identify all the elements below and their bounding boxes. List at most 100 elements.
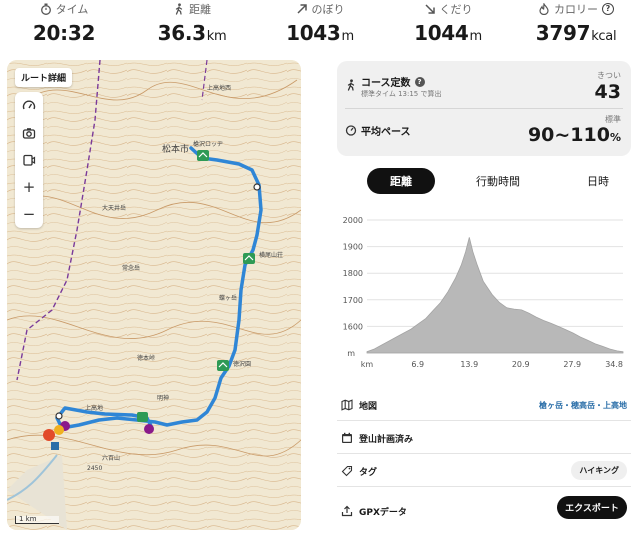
stat-ascent-value: 1043 <box>286 21 341 45</box>
stat-ascent: のぼり 1043m <box>256 0 384 52</box>
x-tick-label: 27.9 <box>563 360 581 369</box>
stat-time: タイム 20:32 <box>0 0 128 52</box>
difficulty-label: きつい <box>597 71 621 80</box>
hut-icon[interactable] <box>137 412 148 422</box>
elevation-area <box>366 237 624 354</box>
stats-bar: タイム 20:32 距離 36.3km のぼり 1043m くだり 1044m … <box>0 0 640 52</box>
camera-icon[interactable] <box>15 119 43 146</box>
tag-info-label: タグ <box>359 468 378 478</box>
svg-text:上高地: 上高地 <box>85 404 103 412</box>
tag-chip[interactable]: ハイキング <box>571 461 627 480</box>
tag-icon <box>341 465 353 477</box>
gauge-icon <box>345 125 357 136</box>
svg-text:常念岳: 常念岳 <box>122 264 140 272</box>
y-axis-unit: m <box>347 349 355 358</box>
svg-text:徳本峠: 徳本峠 <box>137 354 155 362</box>
hut-icon[interactable] <box>243 253 255 264</box>
elevation-chart[interactable]: 1600 1700 1800 1900 2000 mkm 6.9 13.9 20.9 27.9 34… <box>337 210 631 375</box>
tag-info-row[interactable]: タグ ハイキング <box>337 457 631 487</box>
topographic-map[interactable]: 松本市 槍沢ロッヂ 横尾山荘 徳沢園 上高地 明神 蝶ヶ岳 大天井岳 常念岳 徳… <box>7 60 301 530</box>
y-tick-label: 1900 <box>343 243 363 252</box>
help-icon[interactable]: ? <box>602 3 614 15</box>
gpx-info-row: GPXデータ エクスポート <box>337 496 631 527</box>
map-info-label: 地図 <box>359 402 378 412</box>
zoom-out-icon[interactable]: − <box>15 201 43 228</box>
stat-calories-value: 3797 <box>535 21 591 45</box>
tab-distance[interactable]: 距離 <box>367 168 435 194</box>
start-marker[interactable] <box>43 429 55 441</box>
map-icon <box>341 399 353 411</box>
x-tick-label: 34.8 <box>605 360 623 369</box>
stat-distance-label: 距離 <box>189 3 211 16</box>
stat-descent-unit: m <box>469 29 483 44</box>
upload-icon <box>341 505 353 517</box>
map-info-link[interactable]: 槍ヶ岳・穂高岳・上高地 <box>539 400 627 411</box>
chart-tabs: 距離 行動時間 日時 <box>337 168 631 194</box>
svg-text:上高地西: 上高地西 <box>207 84 231 92</box>
bus-stop-icon[interactable] <box>51 442 59 450</box>
difficulty-value: 43 <box>594 81 621 103</box>
x-tick-label: 13.9 <box>460 360 478 369</box>
hut-icon[interactable] <box>197 150 209 161</box>
waypoint-marker[interactable] <box>253 183 261 191</box>
svg-text:蝶ヶ岳: 蝶ヶ岳 <box>219 294 237 302</box>
x-tick-label: 6.9 <box>411 360 424 369</box>
hut-icon[interactable] <box>217 360 229 371</box>
svg-text:明神: 明神 <box>157 394 169 402</box>
stat-ascent-label: のぼり <box>311 3 345 16</box>
stat-time-label: タイム <box>55 3 89 16</box>
arrow-up-right-icon <box>296 4 307 14</box>
y-tick-label: 2000 <box>343 216 363 225</box>
y-tick-label: 1600 <box>343 322 363 331</box>
tab-date-time[interactable]: 日時 <box>573 168 623 194</box>
waypoint-marker[interactable] <box>55 412 63 420</box>
svg-text:徳沢園: 徳沢園 <box>233 360 251 368</box>
course-constant-subtitle: 標準タイム 13:15 で算出 <box>361 90 442 98</box>
stat-distance-unit: km <box>206 29 227 44</box>
stat-distance-value: 36.3 <box>157 21 206 45</box>
map-info-row[interactable]: 地図 槍ヶ岳・穂高岳・上高地 <box>337 391 631 421</box>
flame-icon <box>539 3 549 15</box>
svg-text:横尾山荘: 横尾山荘 <box>259 251 283 259</box>
share-screen-icon[interactable] <box>15 146 43 173</box>
goal-marker[interactable] <box>54 425 64 435</box>
stat-calories-unit: kcal <box>591 29 617 44</box>
map-scale: 1 km <box>15 516 59 524</box>
svg-text:松本市: 松本市 <box>162 143 189 155</box>
svg-text:2450: 2450 <box>87 465 102 472</box>
stat-descent-value: 1044 <box>414 21 469 45</box>
zoom-in-icon[interactable]: + <box>15 174 43 201</box>
average-pace-unit: % <box>609 131 621 144</box>
arrow-down-right-icon <box>424 4 435 14</box>
y-tick-label: 1800 <box>343 269 363 278</box>
hiker-icon <box>347 79 355 91</box>
x-tick-label: 20.9 <box>512 360 530 369</box>
speedometer-icon[interactable] <box>15 92 43 119</box>
svg-text:槍沢ロッヂ: 槍沢ロッヂ <box>193 140 223 148</box>
gpx-info-label: GPXデータ <box>359 508 407 518</box>
course-card: コース定数 ? 標準タイム 13:15 で算出 きつい 43 平均ペース 標準 … <box>337 61 631 156</box>
plan-info-label: 登山計画済み <box>359 435 414 445</box>
plan-info-row[interactable]: 登山計画済み <box>337 424 631 454</box>
route-map[interactable]: 松本市 槍沢ロッヂ 横尾山荘 徳沢園 上高地 明神 蝶ヶ岳 大天井岳 常念岳 徳… <box>7 60 301 530</box>
stat-calories-label: カロリー <box>554 3 598 16</box>
svg-text:六百山: 六百山 <box>102 454 120 462</box>
map-toolbar: + − <box>15 92 43 228</box>
route-detail-button[interactable]: ルート詳細 <box>15 68 73 87</box>
calendar-check-icon <box>342 432 352 443</box>
stat-distance: 距離 36.3km <box>128 0 256 52</box>
checkpoint-marker[interactable] <box>144 424 154 434</box>
course-constant-title: コース定数 <box>361 78 411 89</box>
stat-time-value: 20:32 <box>32 21 96 45</box>
stat-descent-label: くだり <box>439 3 473 16</box>
tab-activity-time[interactable]: 行動時間 <box>462 168 534 194</box>
stat-ascent-unit: m <box>341 29 355 44</box>
export-button[interactable]: エクスポート <box>557 496 627 519</box>
divider <box>345 108 623 109</box>
average-pace-title: 平均ペース <box>361 127 411 138</box>
help-icon[interactable]: ? <box>414 76 425 87</box>
x-axis-unit: km <box>361 360 374 369</box>
stat-descent: くだり 1044m <box>384 0 512 52</box>
svg-text:大天井岳: 大天井岳 <box>102 204 126 212</box>
hiker-icon <box>175 3 183 15</box>
